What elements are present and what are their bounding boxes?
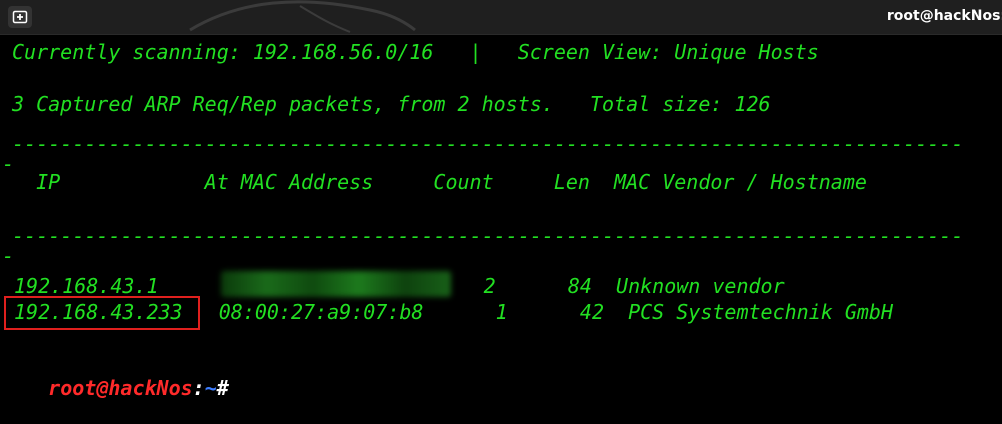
separator-line: ----------------------------------------… [12, 224, 964, 248]
new-tab-button[interactable] [8, 6, 32, 28]
prompt-colon: : [192, 376, 205, 400]
table-row: 192.168.43.233 08:00:27:a9:07:b8 1 42 PC… [14, 300, 893, 324]
prompt-path: ~ [204, 376, 217, 400]
scanning-status-line: Currently scanning: 192.168.56.0/16 | Sc… [12, 40, 819, 64]
separator-wrap: - [2, 244, 15, 268]
prompt-symbol: # [216, 376, 229, 400]
new-tab-icon [12, 10, 28, 24]
window-title: root@hackNos: [886, 8, 1002, 24]
prompt-user: root@hackNos [48, 376, 193, 400]
shell-prompt[interactable]: root@hackNos:~# [0, 352, 229, 424]
kali-dragon-watermark-icon [189, 0, 416, 33]
title-bar: root@hackNos: [0, 0, 1002, 35]
table-header: IP At MAC Address Count Len MAC Vendor /… [12, 170, 867, 194]
packet-summary-line: 3 Captured ARP Req/Rep packets, from 2 h… [12, 92, 771, 116]
table-row: 192.168.43.1 2 84 Unknown vendor [14, 274, 785, 298]
separator-line: ----------------------------------------… [12, 132, 964, 156]
terminal-output[interactable]: Currently scanning: 192.168.56.0/16 | Sc… [0, 34, 1002, 400]
